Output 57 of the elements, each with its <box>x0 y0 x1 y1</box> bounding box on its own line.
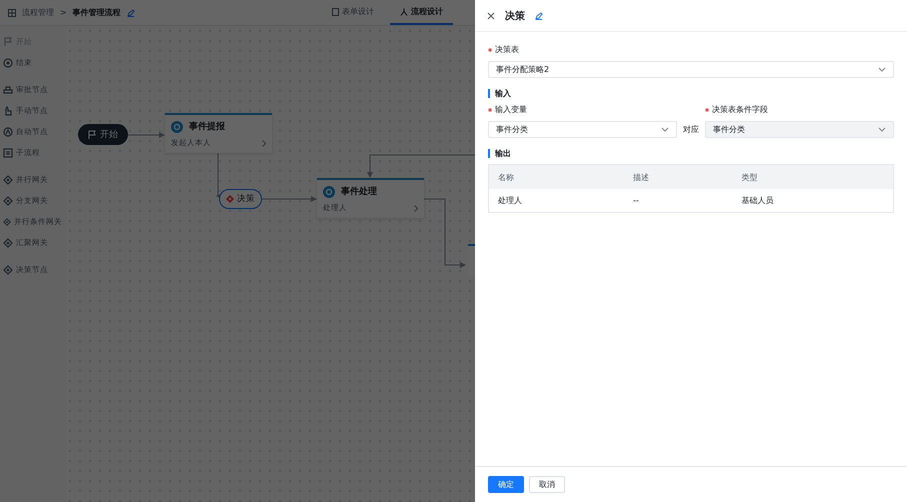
subprocess-icon <box>3 148 13 158</box>
connector-arrow <box>216 152 222 199</box>
mapping-label: 对应 <box>683 124 699 136</box>
stamp-icon <box>3 85 13 95</box>
section-heading: 输入 <box>488 89 894 98</box>
cancel-button[interactable]: 取消 <box>529 476 565 493</box>
diamond-icon <box>3 238 13 248</box>
chevron-down-icon <box>661 127 669 132</box>
hand-icon <box>3 106 13 116</box>
flag-icon <box>88 130 96 139</box>
node-label: 开始 <box>100 129 118 141</box>
chevron-right-icon <box>414 204 418 212</box>
column-header: 类型 <box>732 164 894 189</box>
select-field[interactable]: 事件分配策略2 <box>488 61 894 78</box>
diamond-icon <box>3 217 11 227</box>
confirm-button[interactable]: 确定 <box>488 476 524 493</box>
stop-circle-icon <box>3 58 13 68</box>
tab[interactable]: 表单设计 <box>322 0 384 25</box>
chevron-down-icon <box>878 67 886 72</box>
field-label: 输入变量 <box>495 104 527 115</box>
table-cell: 基础人员 <box>732 189 894 212</box>
robot-circle-icon <box>3 127 13 137</box>
connector-arrow <box>422 198 466 268</box>
hierarchy-icon <box>400 8 408 16</box>
select-field[interactable]: 事件分类 <box>488 121 677 138</box>
diamond-icon <box>3 265 13 275</box>
table-cell: 处理人 <box>488 189 624 212</box>
gear-icon <box>171 120 183 132</box>
diamond-icon <box>226 195 234 203</box>
section-heading: 输出 <box>488 149 894 158</box>
edit-icon[interactable] <box>535 12 543 20</box>
select-value: 事件分配策略2 <box>496 64 550 75</box>
breadcrumb-separator: > <box>60 8 67 17</box>
chevron-right-icon <box>262 140 266 146</box>
flag-icon <box>3 37 13 47</box>
document-icon <box>332 8 339 16</box>
breadcrumb-link[interactable]: 流程管理 <box>22 7 54 18</box>
field-label: 决策表 <box>495 44 519 55</box>
grid-icon <box>8 8 16 16</box>
node-title: 事件提报 <box>189 120 225 133</box>
node-label: 决策 <box>237 193 255 205</box>
chevron-down-icon <box>878 127 886 132</box>
start-node[interactable]: 开始 <box>78 124 128 145</box>
select-value: 事件分类 <box>496 124 528 135</box>
field-label: 决策表条件字段 <box>712 104 768 115</box>
breadcrumb-current: 事件管理流程 <box>72 7 121 18</box>
decision-node[interactable]: 决策 <box>219 189 262 209</box>
column-header: 名称 <box>488 164 624 189</box>
gear-icon <box>323 186 335 198</box>
diamond-icon <box>3 196 13 206</box>
table-cell: -- <box>624 189 732 212</box>
select-value: 事件分类 <box>713 124 745 135</box>
close-icon[interactable] <box>487 12 495 20</box>
diamond-icon <box>3 175 13 185</box>
column-header: 描述 <box>624 164 732 189</box>
node-title: 事件处理 <box>341 185 377 198</box>
drawer-title: 决策 <box>505 10 525 22</box>
